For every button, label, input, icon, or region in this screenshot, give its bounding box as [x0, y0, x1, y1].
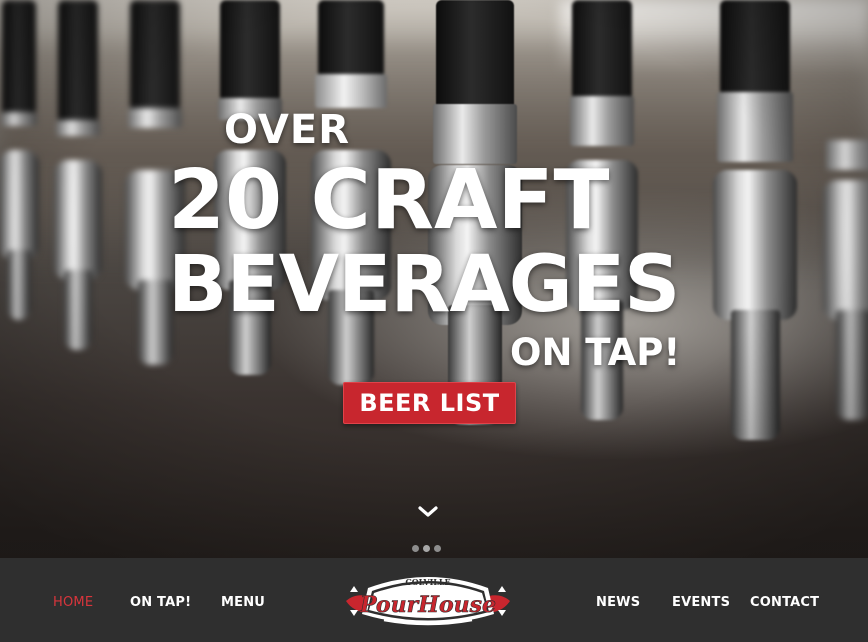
nav-home[interactable]: HOME — [53, 595, 93, 610]
hero-banner: OVER 20 CRAFT BEVERAGES ON TAP! BEER LIS… — [0, 0, 868, 558]
headline-beverages: BEVERAGES — [168, 240, 680, 330]
logo-top-text: COLVILLE — [405, 577, 450, 587]
hero-headline: OVER 20 CRAFT BEVERAGES ON TAP! — [0, 0, 868, 558]
chevron-down-icon[interactable] — [416, 500, 440, 524]
nav-news[interactable]: NEWS — [596, 595, 640, 610]
slider-dot[interactable] — [434, 545, 441, 552]
headline-over: OVER — [224, 107, 351, 153]
slider-dot[interactable] — [412, 545, 419, 552]
nav-events[interactable]: EVENTS — [672, 595, 730, 610]
pourhouse-logo[interactable]: COLVILLE PourHouse — [344, 564, 512, 638]
beer-list-button[interactable]: BEER LIST — [343, 382, 516, 424]
slider-dot[interactable] — [423, 545, 430, 552]
headline-craft: 20 CRAFT — [168, 153, 610, 248]
nav-on-tap[interactable]: ON TAP! — [130, 595, 191, 610]
logo-main-text: PourHouse — [359, 592, 496, 618]
headline-on-tap: ON TAP! — [510, 331, 681, 374]
nav-contact[interactable]: CONTACT — [750, 595, 819, 610]
nav-menu[interactable]: MENU — [221, 595, 265, 610]
slider-dots — [412, 545, 441, 552]
